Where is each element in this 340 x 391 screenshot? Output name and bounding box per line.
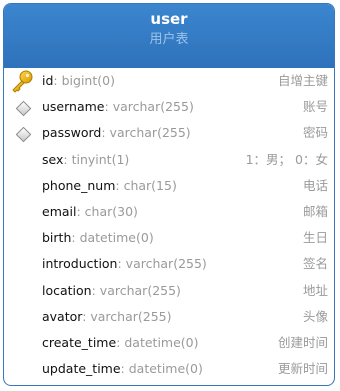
field-row[interactable]: sex: tinyint(1) 1：男； 0：女 xyxy=(4,147,334,173)
field-row[interactable]: introduction: varchar(255) 签名 xyxy=(4,251,334,277)
field-name: birth: datetime(0) xyxy=(42,225,154,251)
field-list: id: bigint(0) 自增主键 username: varchar(255) 账… xyxy=(4,68,334,382)
empty-marker xyxy=(10,225,32,251)
empty-marker xyxy=(10,356,32,382)
field-name: avator: varchar(255) xyxy=(42,304,172,330)
field-name-text: avator xyxy=(42,308,83,324)
field-separator: : xyxy=(117,256,126,272)
field-type: char(30) xyxy=(84,203,138,219)
field-name-text: sex xyxy=(42,151,64,167)
field-separator: : xyxy=(104,99,113,115)
field-row[interactable]: username: varchar(255) 账号 xyxy=(4,94,334,120)
field-comment: 密码 xyxy=(302,125,328,141)
empty-marker xyxy=(10,173,32,199)
empty-marker xyxy=(10,147,32,173)
field-name: update_time: datetime(0) xyxy=(42,356,203,382)
empty-marker xyxy=(10,278,32,304)
field-comment: 账号 xyxy=(302,99,328,115)
field-name: introduction: varchar(255) xyxy=(42,251,207,277)
field-row[interactable]: password: varchar(255) 密码 xyxy=(4,120,334,146)
field-type: varchar(255) xyxy=(109,125,191,141)
field-name-text: password xyxy=(42,125,102,141)
empty-marker xyxy=(10,304,32,330)
field-name-text: location xyxy=(42,282,92,298)
field-separator: : xyxy=(71,230,80,246)
field-name: password: varchar(255) xyxy=(42,120,191,146)
field-type: varchar(255) xyxy=(125,256,207,272)
field-name: id: bigint(0) xyxy=(42,68,115,94)
field-name-text: email xyxy=(42,203,77,219)
field-separator: : xyxy=(101,125,110,141)
field-name: sex: tinyint(1) xyxy=(42,147,129,173)
field-row[interactable]: update_time: datetime(0) 更新时间 xyxy=(4,356,334,382)
field-name: email: char(30) xyxy=(42,199,138,225)
field-name: location: varchar(255) xyxy=(42,278,181,304)
field-separator: : xyxy=(76,203,85,219)
field-type: datetime(0) xyxy=(128,361,203,377)
field-separator: : xyxy=(53,73,62,88)
field-comment: 生日 xyxy=(302,230,328,246)
field-name-text: username xyxy=(42,99,105,115)
table-header[interactable]: user 用户表 xyxy=(4,4,334,68)
field-type: datetime(0) xyxy=(124,334,199,350)
field-separator: : xyxy=(63,151,72,167)
field-name: create_time: datetime(0) xyxy=(42,330,199,356)
field-name-text: update_time xyxy=(42,361,121,377)
field-comment: 更新时间 xyxy=(277,361,328,377)
field-separator: : xyxy=(115,177,124,193)
table-comment: 用户表 xyxy=(149,32,189,47)
field-comment: 签名 xyxy=(302,256,328,272)
field-name-text: introduction xyxy=(42,256,118,272)
index-diamond-icon xyxy=(10,94,32,120)
field-comment: 邮箱 xyxy=(302,203,328,219)
field-separator: : xyxy=(91,282,100,298)
empty-marker xyxy=(10,251,32,277)
field-type: varchar(255) xyxy=(90,308,172,324)
empty-marker xyxy=(10,330,32,356)
field-row[interactable]: email: char(30) 邮箱 xyxy=(4,199,334,225)
field-comment: 头像 xyxy=(302,308,328,324)
field-name-text: id xyxy=(42,73,54,88)
field-name-text: birth xyxy=(42,230,72,246)
field-type: datetime(0) xyxy=(79,230,154,246)
empty-marker xyxy=(10,199,32,225)
field-name: phone_num: char(15) xyxy=(42,173,177,199)
field-row[interactable]: location: varchar(255) 地址 xyxy=(4,278,334,304)
diamond-shape xyxy=(15,127,32,143)
index-diamond-icon xyxy=(10,120,32,146)
field-name-text: create_time xyxy=(42,334,117,350)
field-row[interactable]: create_time: datetime(0) 创建时间 xyxy=(4,330,334,356)
field-name: username: varchar(255) xyxy=(42,94,194,120)
table-name: user xyxy=(150,10,188,28)
field-type: tinyint(1) xyxy=(71,151,130,167)
field-separator: : xyxy=(120,361,129,377)
field-name-text: phone_num xyxy=(42,177,116,193)
field-type: bigint(0) xyxy=(61,73,115,88)
field-comment: 地址 xyxy=(302,282,328,298)
field-type: varchar(255) xyxy=(112,99,194,115)
field-row[interactable]: phone_num: char(15) 电话 xyxy=(4,173,334,199)
table-entity-card[interactable]: user 用户表 id: bigint(0) 自增主键 username: varc… xyxy=(3,3,335,386)
field-comment: 创建时间 xyxy=(277,334,328,350)
field-type: char(15) xyxy=(123,177,177,193)
diamond-shape xyxy=(15,100,32,117)
field-comment: 自增主键 xyxy=(277,73,328,88)
primary-key-icon xyxy=(10,68,33,94)
field-type: varchar(255) xyxy=(99,282,181,298)
field-row[interactable]: avator: varchar(255) 头像 xyxy=(4,304,334,330)
field-row[interactable]: birth: datetime(0) 生日 xyxy=(4,225,334,251)
field-comment: 电话 xyxy=(302,177,328,193)
field-comment: 1：男； 0：女 xyxy=(245,151,328,167)
field-row[interactable]: id: bigint(0) 自增主键 xyxy=(4,68,334,94)
